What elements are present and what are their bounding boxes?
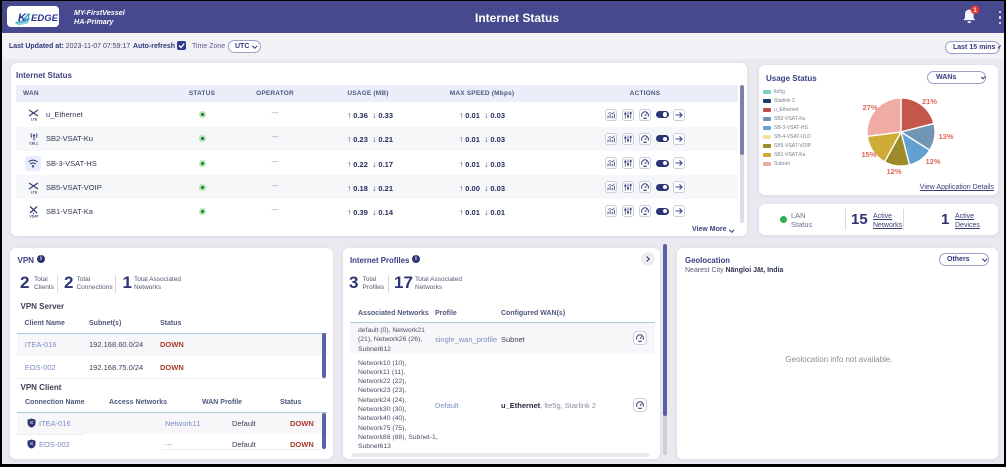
svg-text:LTE: LTE: [31, 118, 38, 122]
svg-text:CELL: CELL: [29, 142, 39, 146]
svg-text:VSAT: VSAT: [29, 214, 39, 218]
svg-text:LTE: LTE: [31, 190, 38, 194]
